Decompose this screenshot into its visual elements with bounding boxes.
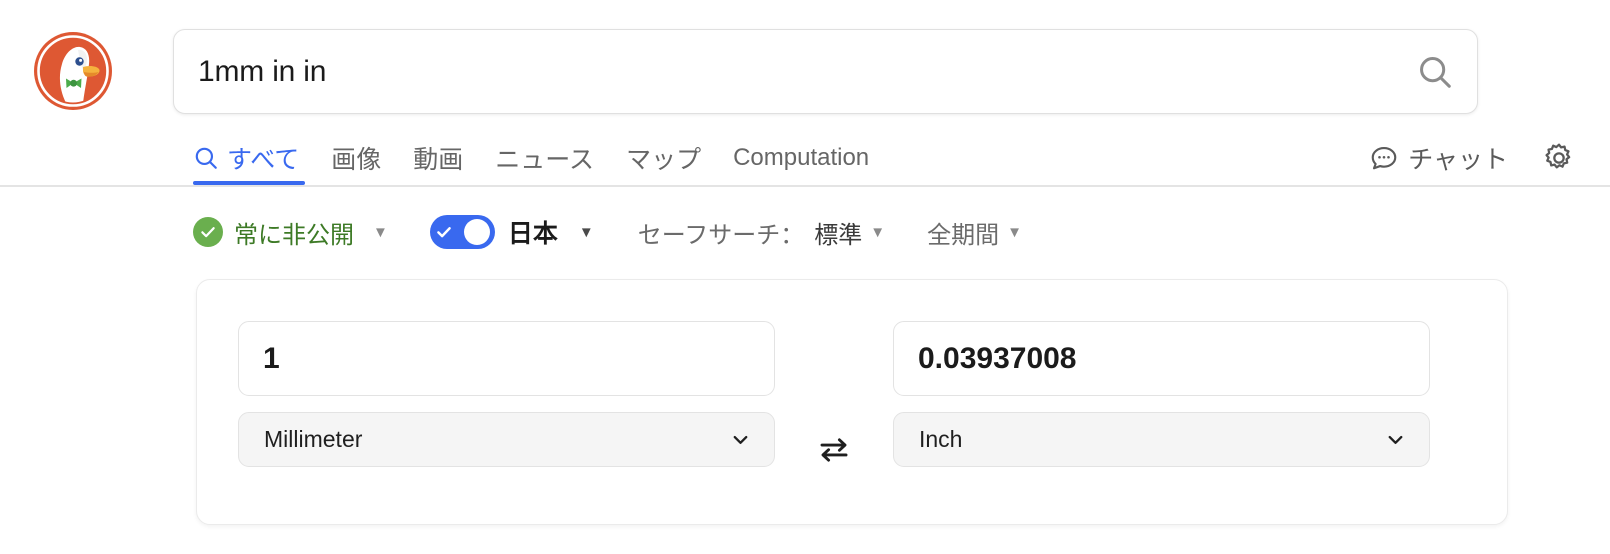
search-icon	[1420, 56, 1451, 88]
chevron-down-icon	[1388, 435, 1403, 445]
tab-computation[interactable]: Computation	[717, 131, 885, 185]
swap-arrows-icon	[820, 438, 848, 462]
tab-maps-label: マップ	[626, 146, 702, 174]
converter-from: Millimeter	[238, 321, 775, 467]
chevron-down-icon: ▼	[373, 223, 388, 241]
converter-grid: Millimeter Inch	[238, 321, 1468, 473]
converter-from-unit-select[interactable]: Millimeter	[238, 412, 775, 467]
duck-logo-icon	[34, 32, 112, 110]
green-check-badge-icon	[193, 217, 223, 247]
converter-to-unit-select[interactable]: Inch	[893, 412, 1430, 467]
converter-to-value-input[interactable]	[893, 321, 1430, 396]
unit-converter-card: Millimeter Inch	[196, 279, 1508, 525]
check-icon	[437, 227, 451, 238]
filter-privacy[interactable]: 常に非公開 ▼	[193, 215, 388, 250]
filter-region[interactable]: 日本 ▼	[429, 214, 594, 250]
tab-images-label: 画像	[331, 146, 382, 174]
filter-privacy-label: 常に非公開	[234, 221, 354, 249]
converter-to: Inch	[893, 321, 1430, 467]
search-submit-button[interactable]	[1393, 30, 1477, 113]
tab-news[interactable]: ニュース	[479, 131, 610, 185]
search-input[interactable]	[174, 30, 1393, 113]
chevron-down-icon: ▼	[1007, 223, 1023, 241]
converter-swap	[775, 321, 893, 473]
converter-from-value-input[interactable]	[238, 321, 775, 396]
filter-region-label: 日本	[507, 220, 558, 248]
header-actions: チャット	[1369, 131, 1580, 185]
region-toggle[interactable]	[429, 215, 495, 249]
page-header: すべて 画像 動画 ニュース マップ Computation	[0, 0, 1610, 188]
converter-to-unit-label: Inch	[919, 426, 963, 452]
search-bar[interactable]	[173, 29, 1478, 114]
tab-videos[interactable]: 動画	[397, 131, 479, 185]
tabs-row: すべて 画像 動画 ニュース マップ Computation チャット	[0, 131, 1610, 188]
swap-units-button[interactable]	[811, 427, 857, 473]
chevron-down-icon: ▼	[870, 223, 886, 241]
tab-all-label: すべて	[227, 146, 300, 174]
tab-computation-label: Computation	[733, 144, 870, 171]
settings-button[interactable]	[1542, 141, 1580, 175]
toggle-knob	[463, 219, 490, 245]
chevron-down-icon: ▼	[578, 223, 594, 241]
tab-maps[interactable]: マップ	[610, 131, 717, 185]
filter-safesearch[interactable]: セーフサーチ： 標準 ▼	[638, 215, 885, 250]
search-icon	[195, 147, 217, 169]
tab-news-label: ニュース	[495, 146, 595, 174]
filter-safesearch-label: セーフサーチ：	[637, 221, 805, 249]
chat-bubble-icon	[1371, 147, 1397, 170]
tab-images[interactable]: 画像	[315, 131, 397, 185]
tab-videos-label: 動画	[413, 146, 464, 174]
filter-safesearch-value: 標準	[814, 221, 863, 249]
filter-time[interactable]: 全期間 ▼	[927, 215, 1022, 250]
filter-time-label: 全期間	[927, 221, 1000, 249]
gear-icon	[1545, 143, 1571, 169]
converter-from-unit-label: Millimeter	[264, 426, 363, 452]
chat-button-label: チャット	[1408, 146, 1508, 174]
duckduckgo-logo[interactable]	[33, 31, 113, 111]
chat-button[interactable]: チャット	[1369, 140, 1508, 176]
chevron-down-icon	[733, 435, 748, 445]
tab-all[interactable]: すべて	[193, 131, 315, 185]
filter-bar: 常に非公開 ▼ 日本 ▼ セーフサーチ： 標準 ▼ 全期間 ▼	[193, 205, 1022, 259]
result-tabs: すべて 画像 動画 ニュース マップ Computation	[193, 131, 885, 188]
